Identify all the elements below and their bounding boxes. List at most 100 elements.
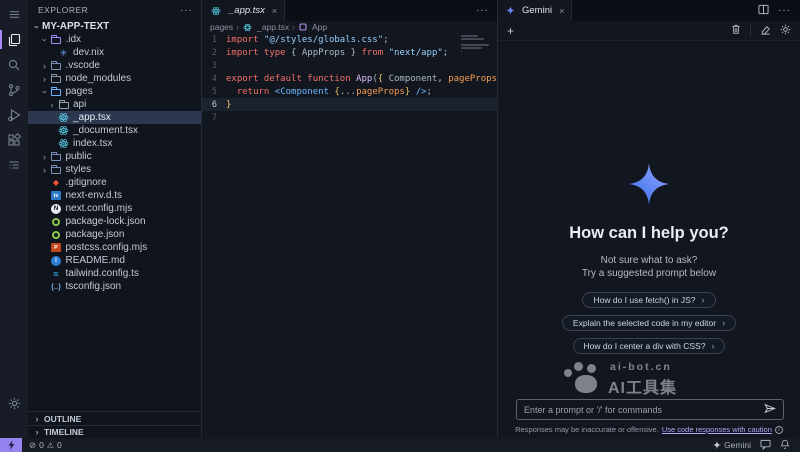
close-icon[interactable]: × xyxy=(559,6,564,16)
info-icon[interactable]: i xyxy=(775,426,783,434)
tree-item--idx[interactable]: ›.idx xyxy=(28,33,201,46)
npm-icon xyxy=(50,216,63,228)
file-tree: › MY-APP-TEXT ›.idx✳dev.nix›.vscode›node… xyxy=(28,20,201,411)
file-label: _document.tsx xyxy=(73,125,138,136)
breadcrumb-file[interactable]: _app.tsx xyxy=(242,21,289,33)
gemini-subtitle: Not sure what to ask? Try a suggested pr… xyxy=(582,254,716,280)
chevron-down-icon: › xyxy=(40,35,50,45)
file-label: README.md xyxy=(66,255,125,266)
breadcrumb-pages[interactable]: pages xyxy=(210,22,233,32)
code-line: 6} xyxy=(202,98,497,111)
gear-icon[interactable] xyxy=(780,22,791,40)
file-label: package.json xyxy=(66,229,125,240)
file-label: styles xyxy=(66,164,92,175)
file-label: index.tsx xyxy=(73,138,112,149)
tree-item-pages[interactable]: ›pages xyxy=(28,85,201,98)
menu-icon[interactable] xyxy=(0,2,28,27)
chevron-down-icon: › xyxy=(40,87,50,97)
tree-item--gitignore[interactable]: ◆.gitignore xyxy=(28,176,201,189)
tree-item-node-modules[interactable]: › node_modules xyxy=(28,72,201,85)
problems-indicator[interactable]: ⊘ 0 ⚠ 0 xyxy=(29,440,62,451)
errors-icon: ⊘ xyxy=(29,440,36,451)
tree-item-dev-nix[interactable]: ✳dev.nix xyxy=(28,46,201,59)
feedback-icon[interactable] xyxy=(760,439,771,452)
gemini-disclaimer: Responses may be inaccurate or offensive… xyxy=(498,422,800,438)
gemini-logo xyxy=(628,163,670,210)
tree-item-postcss-config-mjs[interactable]: Ppostcss.config.mjs xyxy=(28,241,201,254)
prompt-suggestion[interactable]: Explain the selected code in my editor› xyxy=(562,315,736,331)
tree-item--app-tsx[interactable]: _app.tsx xyxy=(28,111,201,124)
split-editor-icon[interactable] xyxy=(758,2,769,20)
file-label: .vscode xyxy=(66,60,100,71)
gemini-heading: How can I help you? xyxy=(569,224,729,243)
send-icon[interactable] xyxy=(764,401,776,419)
gemini-status-item[interactable]: Gemini xyxy=(713,440,751,450)
tailwind-icon: ≈ xyxy=(50,268,63,280)
chevron-right-icon: › xyxy=(40,61,50,71)
chevron-right-icon: › xyxy=(40,74,50,84)
react-icon xyxy=(209,5,222,17)
tree-item--vscode[interactable]: › .vscode xyxy=(28,59,201,72)
search-icon[interactable] xyxy=(0,52,28,77)
code-line: 4export default function App({ Component… xyxy=(202,72,497,85)
new-chat-icon[interactable]: + xyxy=(507,24,514,38)
status-bar: ⊘ 0 ⚠ 0 Gemini xyxy=(0,438,800,452)
explorer-icon[interactable] xyxy=(0,27,28,52)
tab-app-tsx[interactable]: _app.tsx × xyxy=(202,0,285,21)
ports-icon[interactable] xyxy=(0,152,28,177)
folder-node-icon xyxy=(50,73,63,85)
postcss-icon: P xyxy=(50,242,63,254)
git-icon: ◆ xyxy=(50,177,63,189)
editor-group: _app.tsx × ··· pages › _app.tsx › App xyxy=(202,0,497,438)
file-label: tsconfig.json xyxy=(66,281,122,292)
prompt-suggestion[interactable]: How do I center a div with CSS?› xyxy=(573,338,726,354)
gemini-more-icon[interactable]: ··· xyxy=(778,5,791,16)
outline-section[interactable]: › OUTLINE xyxy=(28,412,201,425)
code-editor[interactable]: 1import "@/styles/globals.css";2import t… xyxy=(202,33,497,438)
close-icon[interactable]: × xyxy=(272,6,277,16)
chevron-right-icon: › xyxy=(40,152,50,162)
timeline-section[interactable]: › TIMELINE xyxy=(28,425,201,438)
prompt-input[interactable] xyxy=(524,405,764,415)
source-control-icon[interactable] xyxy=(0,77,28,102)
tree-item-package-json[interactable]: package.json xyxy=(28,228,201,241)
tree-item-tailwind-config-ts[interactable]: ≈tailwind.config.ts xyxy=(28,267,201,280)
activity-bar xyxy=(0,0,28,438)
prompt-input-box xyxy=(516,399,784,420)
tsconfig-icon: {..} xyxy=(50,281,63,293)
tree-item-package-lock-json[interactable]: package-lock.json xyxy=(28,215,201,228)
tree-item-next-env-d-ts[interactable]: tsnext-env.d.ts xyxy=(28,189,201,202)
chevron-right-icon: › xyxy=(32,427,42,437)
gemini-tab-bar: Gemini × ··· xyxy=(498,0,800,21)
tree-item--document-tsx[interactable]: _document.tsx xyxy=(28,124,201,137)
extensions-icon[interactable] xyxy=(0,127,28,152)
clear-icon[interactable] xyxy=(760,22,771,40)
tab-gemini[interactable]: Gemini × xyxy=(498,0,572,21)
minimap[interactable] xyxy=(461,35,491,56)
tree-item-readme-md[interactable]: iREADME.md xyxy=(28,254,201,267)
run-debug-icon[interactable] xyxy=(0,102,28,127)
folder-pages-icon xyxy=(50,86,63,98)
react-icon xyxy=(57,138,70,150)
code-line: 3 xyxy=(202,59,497,72)
react-icon xyxy=(57,125,70,137)
explorer-title: EXPLORER xyxy=(38,5,88,15)
tree-item-index-tsx[interactable]: index.tsx xyxy=(28,137,201,150)
remote-indicator[interactable] xyxy=(0,438,22,452)
file-label: node_modules xyxy=(66,73,132,84)
editor-more-icon[interactable]: ··· xyxy=(476,5,489,16)
settings-gear-icon[interactable] xyxy=(0,391,28,416)
explorer-more-icon[interactable]: ··· xyxy=(180,5,193,16)
caution-link[interactable]: Use code responses with caution xyxy=(662,425,772,434)
trash-icon[interactable] xyxy=(731,22,741,40)
tree-item-public[interactable]: ›public xyxy=(28,150,201,163)
tree-item-tsconfig-json[interactable]: {..}tsconfig.json xyxy=(28,280,201,293)
tree-item-next-config-mjs[interactable]: Nnext.config.mjs xyxy=(28,202,201,215)
tree-item-root[interactable]: › MY-APP-TEXT xyxy=(28,20,201,33)
breadcrumb-symbol[interactable]: App xyxy=(298,21,327,33)
tree-item-styles[interactable]: ›styles xyxy=(28,163,201,176)
tree-item-api[interactable]: ›api xyxy=(28,98,201,111)
errors-count: 0 xyxy=(39,440,44,450)
prompt-suggestion[interactable]: How do I use fetch() in JS?› xyxy=(582,292,715,308)
notifications-bell-icon[interactable] xyxy=(780,439,790,452)
